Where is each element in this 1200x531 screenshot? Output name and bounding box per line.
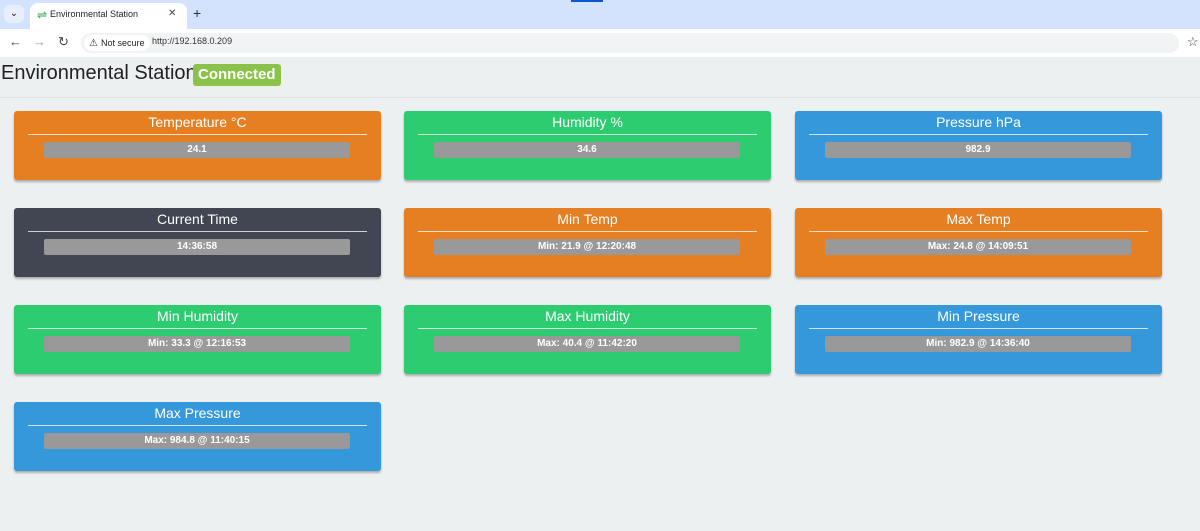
card-max-humidity: Max Humidity Max: 40.4 @ 11:42:20 xyxy=(404,305,771,374)
card-value: 24.1 xyxy=(44,142,350,158)
card-title: Current Time xyxy=(157,211,238,227)
card-pressure: Pressure hPa 982.9 xyxy=(795,111,1162,180)
card-min-temp: Min Temp Min: 21.9 @ 12:20:48 xyxy=(404,208,771,277)
card-value: 34.6 xyxy=(434,142,740,158)
card-divider xyxy=(418,328,757,329)
card-title: Min Temp xyxy=(557,211,618,227)
card-temperature: Temperature °C 24.1 xyxy=(14,111,381,180)
card-title: Max Temp xyxy=(946,211,1011,227)
card-value: Min: 33.3 @ 12:16:53 xyxy=(44,336,350,352)
card-title: Humidity % xyxy=(552,114,623,130)
card-value: 982.9 xyxy=(825,142,1131,158)
card-max-temp: Max Temp Max: 24.8 @ 14:09:51 xyxy=(795,208,1162,277)
security-chip[interactable]: ⚠ Not secure xyxy=(84,35,150,51)
card-min-pressure: Min Pressure Min: 982.9 @ 14:36:40 xyxy=(795,305,1162,374)
status-badge: Connected xyxy=(193,64,281,86)
card-divider xyxy=(809,231,1148,232)
card-divider xyxy=(418,231,757,232)
card-max-pressure: Max Pressure Max: 984.8 @ 11:40:15 xyxy=(14,402,381,471)
browser-tabstrip: ⌄ ⇌ Environmental Station ✕ + xyxy=(0,0,1200,29)
card-divider xyxy=(809,328,1148,329)
warning-icon: ⚠ xyxy=(89,38,98,49)
card-divider xyxy=(418,134,757,135)
card-value: Min: 21.9 @ 12:20:48 xyxy=(434,239,740,255)
tab-title: Environmental Station xyxy=(50,9,139,19)
card-title: Max Pressure xyxy=(154,405,241,421)
reload-icon[interactable]: ↻ xyxy=(58,34,69,50)
card-divider xyxy=(28,328,367,329)
bookmark-star-icon[interactable]: ☆ xyxy=(1187,34,1199,50)
card-min-humidity: Min Humidity Min: 33.3 @ 12:16:53 xyxy=(14,305,381,374)
card-title: Max Humidity xyxy=(545,308,630,324)
chevron-down-icon: ⌄ xyxy=(9,8,19,19)
back-arrow-icon[interactable]: ← xyxy=(9,34,22,50)
card-divider xyxy=(809,134,1148,135)
new-tab-button[interactable]: + xyxy=(193,5,201,21)
card-value: Min: 982.9 @ 14:36:40 xyxy=(825,336,1131,352)
page-title: Environmental Station xyxy=(1,62,197,84)
card-divider xyxy=(28,231,367,232)
card-current-time: Current Time 14:36:58 xyxy=(14,208,381,277)
browser-tab[interactable]: ⇌ Environmental Station ✕ xyxy=(30,3,187,29)
card-title: Temperature °C xyxy=(148,114,247,130)
address-bar[interactable]: ⚠ Not secure http://192.168.0.209 xyxy=(81,33,1179,53)
card-title: Pressure hPa xyxy=(936,114,1021,130)
sync-arrows-icon: ⇌ xyxy=(37,8,48,22)
forward-arrow-icon[interactable]: → xyxy=(33,34,46,50)
card-value: Max: 984.8 @ 11:40:15 xyxy=(44,433,350,449)
card-title: Min Humidity xyxy=(157,308,238,324)
card-divider xyxy=(28,425,367,426)
browser-toolbar: ← → ↻ ⚠ Not secure http://192.168.0.209 ☆ xyxy=(0,29,1200,57)
card-divider xyxy=(28,134,367,135)
tab-search-button[interactable]: ⌄ xyxy=(4,5,24,23)
security-label: Not secure xyxy=(100,38,145,48)
card-value: Max: 24.8 @ 14:09:51 xyxy=(825,239,1131,255)
card-humidity: Humidity % 34.6 xyxy=(404,111,771,180)
tabstrip-accent xyxy=(571,0,603,2)
plus-icon: + xyxy=(193,5,202,21)
page-header: Environmental Station Connected xyxy=(0,57,1200,98)
card-title: Min Pressure xyxy=(937,308,1020,324)
url-text[interactable]: http://192.168.0.209 xyxy=(152,36,232,46)
close-icon[interactable]: ✕ xyxy=(168,8,176,19)
card-value: 14:36:58 xyxy=(44,239,350,255)
card-value: Max: 40.4 @ 11:42:20 xyxy=(434,336,740,352)
